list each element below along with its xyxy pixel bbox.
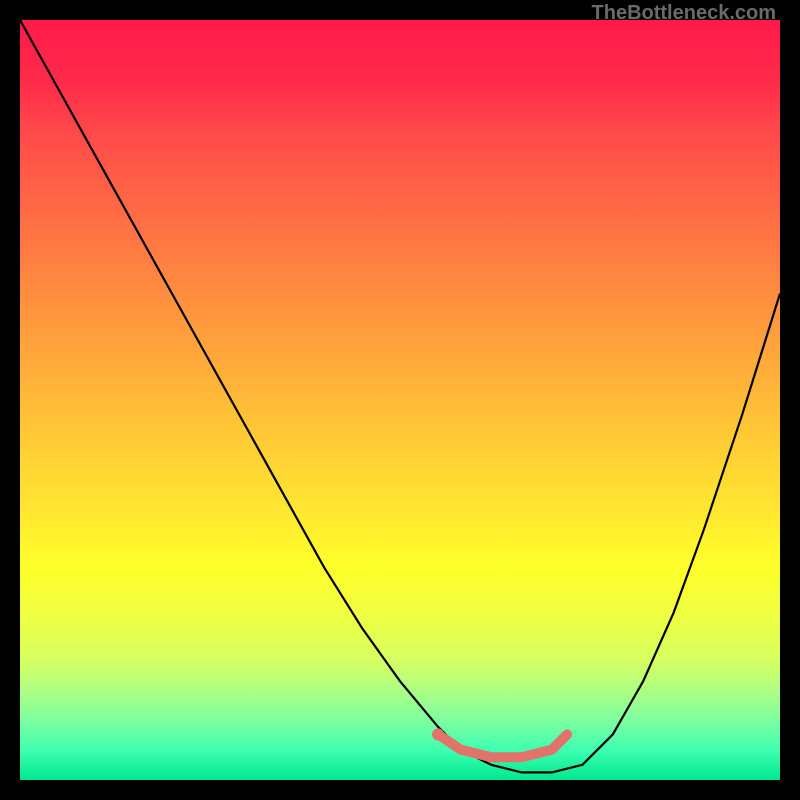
chart-plot-area — [20, 20, 780, 780]
chart-svg — [20, 20, 780, 780]
watermark-text: TheBottleneck.com — [592, 2, 776, 25]
bottleneck-curve — [20, 20, 780, 772]
highlight-segment — [438, 734, 567, 757]
highlight-dot — [432, 728, 444, 740]
